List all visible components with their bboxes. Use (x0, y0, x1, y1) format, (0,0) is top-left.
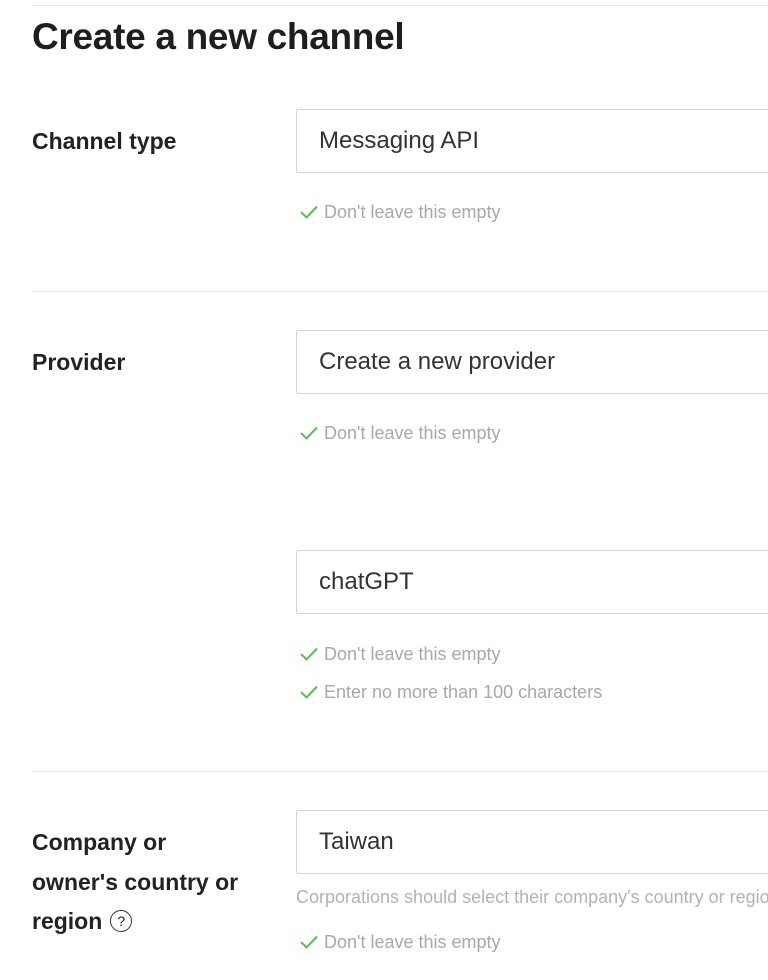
top-divider (32, 5, 768, 6)
validation-text: Don't leave this empty (324, 644, 501, 664)
question-circle-icon[interactable]: ? (110, 910, 133, 932)
check-icon (300, 647, 318, 661)
provider-name-validation: Don't leave this empty (299, 643, 501, 665)
check-icon (300, 426, 318, 440)
provider-select[interactable]: Create a new provider (296, 330, 768, 394)
provider-label: Provider (32, 349, 126, 375)
provider-validation: Don't leave this empty (299, 422, 501, 444)
channel-type-select[interactable]: Messaging API (296, 109, 768, 173)
validation-text: Enter no more than 100 characters (324, 682, 603, 702)
country-help-note: Corporations should select their company… (296, 887, 768, 907)
country-label-line-3: region? (32, 901, 133, 941)
section-divider (32, 771, 768, 772)
check-icon (300, 205, 318, 219)
country-select[interactable]: Taiwan (296, 810, 768, 874)
country-label-text: region (32, 908, 103, 934)
provider-name-input[interactable]: chatGPT (296, 550, 768, 614)
country-label-line-2: owner's country or (32, 869, 239, 895)
page-title: Create a new channel (32, 16, 405, 57)
country-validation: Don't leave this empty (299, 931, 501, 953)
channel-type-validation: Don't leave this empty (299, 201, 501, 223)
check-icon (300, 685, 318, 699)
validation-text: Don't leave this empty (324, 423, 501, 443)
check-icon (300, 935, 318, 949)
channel-type-label: Channel type (32, 128, 177, 154)
validation-text: Don't leave this empty (324, 932, 501, 952)
provider-name-length-validation: Enter no more than 100 characters (299, 681, 602, 703)
section-divider (32, 291, 768, 292)
validation-text: Don't leave this empty (324, 202, 501, 222)
country-label-line-1: Company or (32, 829, 167, 855)
